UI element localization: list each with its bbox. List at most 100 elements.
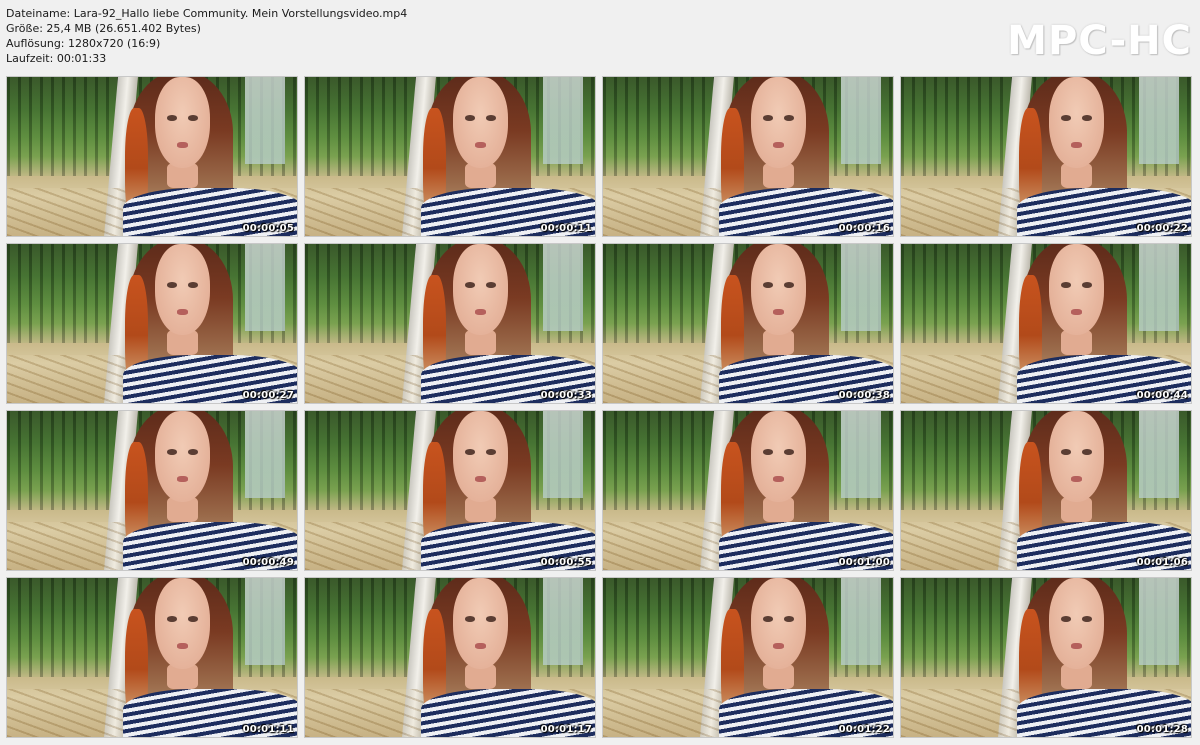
thumbnail-timestamp: 00:01:28 [1136, 724, 1188, 735]
eye-right [485, 115, 496, 121]
file-name-line: Dateiname: Lara-92_Hallo liebe Community… [6, 7, 408, 20]
mouth [772, 142, 784, 148]
thumbnail-timestamp: 00:01:06 [1136, 557, 1188, 568]
person-face [1048, 411, 1104, 502]
eye-left [1061, 115, 1071, 121]
eye-left [1061, 616, 1071, 622]
thumbnail-timestamp: 00:00:27 [242, 390, 294, 401]
sky-patch [840, 411, 882, 499]
thumbnail-timestamp: 00:00:22 [1136, 223, 1188, 234]
sky-patch [840, 77, 882, 165]
mouth [1070, 309, 1082, 315]
mpc-hc-logo: MPC-HC [1007, 18, 1192, 64]
person-face [1048, 578, 1104, 669]
mouth [474, 476, 486, 482]
eye-right [783, 449, 794, 455]
thumbnail-timestamp: 00:00:55 [540, 557, 592, 568]
sky-patch [840, 244, 882, 332]
sky-patch [1138, 77, 1180, 165]
eye-right [485, 449, 496, 455]
eye-left [167, 616, 177, 622]
eye-right [187, 115, 198, 121]
eye-right [1081, 616, 1092, 622]
mouth [1070, 643, 1082, 649]
eye-left [763, 449, 773, 455]
mouth [176, 309, 188, 315]
eye-right [187, 449, 198, 455]
eye-left [465, 616, 475, 622]
file-info-panel: Dateiname: Lara-92_Hallo liebe Community… [6, 6, 407, 66]
duration-line: Laufzeit: 00:01:33 [6, 52, 107, 65]
thumbnail-timestamp: 00:00:49 [242, 557, 294, 568]
person-face [452, 411, 508, 502]
thumbnail-timestamp: 00:01:11 [242, 724, 294, 735]
person-face [750, 77, 806, 168]
thumbnail-timestamp: 00:01:22 [838, 724, 890, 735]
person-face [452, 77, 508, 168]
sky-patch [840, 578, 882, 666]
sky-patch [1138, 244, 1180, 332]
sky-patch [542, 578, 584, 666]
eye-left [1061, 282, 1071, 288]
thumbnail-timestamp: 00:00:11 [540, 223, 592, 234]
person-face [154, 244, 210, 335]
eye-left [167, 115, 177, 121]
person-face [154, 411, 210, 502]
eye-left [167, 282, 177, 288]
person-face [154, 77, 210, 168]
sky-patch [542, 244, 584, 332]
person-face [154, 578, 210, 669]
mouth [1070, 142, 1082, 148]
eye-right [485, 616, 496, 622]
video-thumbnail: 00:00:33 [304, 243, 596, 404]
eye-right [485, 282, 496, 288]
mouth [772, 476, 784, 482]
eye-left [763, 282, 773, 288]
sky-patch [1138, 411, 1180, 499]
resolution-line: Auflösung: 1280x720 (16:9) [6, 37, 161, 50]
mouth [176, 142, 188, 148]
eye-left [763, 115, 773, 121]
video-thumbnail: 00:01:22 [602, 577, 894, 738]
eye-left [167, 449, 177, 455]
mouth [176, 476, 188, 482]
sky-patch [1138, 578, 1180, 666]
eye-right [1081, 115, 1092, 121]
sky-patch [542, 411, 584, 499]
thumbnail-timestamp: 00:01:00 [838, 557, 890, 568]
thumbnail-timestamp: 00:00:33 [540, 390, 592, 401]
video-thumbnail: 00:00:55 [304, 410, 596, 571]
person-face [750, 244, 806, 335]
video-thumbnail: 00:00:44 [900, 243, 1192, 404]
eye-left [465, 282, 475, 288]
person-face [452, 578, 508, 669]
eye-left [1061, 449, 1071, 455]
sky-patch [244, 77, 286, 165]
mouth [772, 643, 784, 649]
video-thumbnail: 00:00:49 [6, 410, 298, 571]
video-thumbnail: 00:01:28 [900, 577, 1192, 738]
eye-left [465, 115, 475, 121]
eye-left [465, 449, 475, 455]
thumbnail-timestamp: 00:00:05 [242, 223, 294, 234]
eye-right [187, 616, 198, 622]
video-thumbnail: 00:00:16 [602, 76, 894, 237]
person-face [750, 578, 806, 669]
eye-right [1081, 449, 1092, 455]
eye-right [783, 616, 794, 622]
eye-left [763, 616, 773, 622]
video-thumbnail: 00:01:00 [602, 410, 894, 571]
sky-patch [244, 244, 286, 332]
video-thumbnail: 00:00:05 [6, 76, 298, 237]
thumbnail-timestamp: 00:00:16 [838, 223, 890, 234]
eye-right [1081, 282, 1092, 288]
eye-right [187, 282, 198, 288]
video-thumbnail: 00:01:17 [304, 577, 596, 738]
person-face [452, 244, 508, 335]
video-thumbnail: 00:00:38 [602, 243, 894, 404]
mouth [772, 309, 784, 315]
mouth [474, 309, 486, 315]
mouth [474, 142, 486, 148]
video-thumbnail: 00:00:11 [304, 76, 596, 237]
video-thumbnail: 00:01:06 [900, 410, 1192, 571]
